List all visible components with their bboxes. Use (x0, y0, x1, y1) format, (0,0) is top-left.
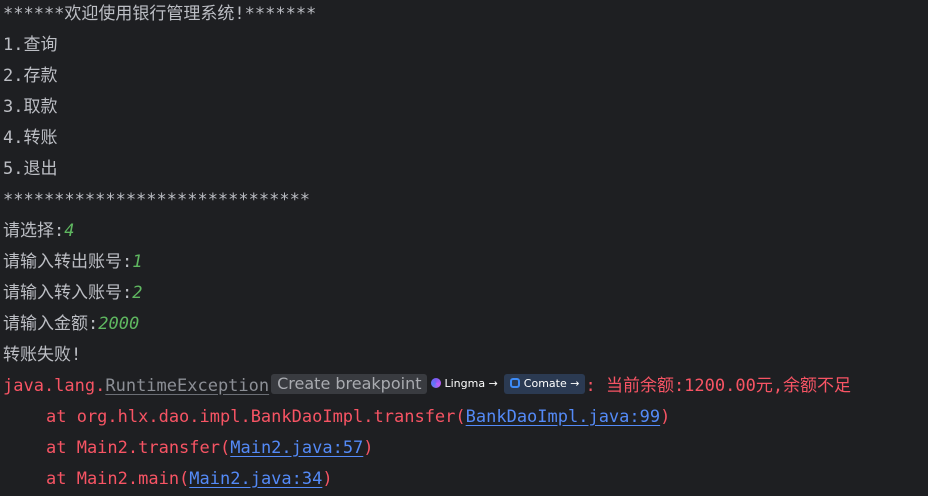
stack-frame: at Main2.transfer(Main2.java:57) (3, 434, 925, 465)
exception-package: java.lang. (3, 376, 106, 396)
comate-button[interactable]: Comate → (503, 374, 586, 394)
separator-line: ****************************** (3, 190, 311, 210)
create-breakpoint-button[interactable]: Create breakpoint (271, 374, 428, 394)
exception-class-link[interactable]: RuntimeException (105, 376, 269, 396)
to-account-prompt: 请输入转入账号: (3, 283, 133, 303)
choice-input-value: 4 (64, 221, 75, 241)
comate-logo-icon (509, 378, 520, 388)
exception-line: java.lang.RuntimeException Create breakpo… (3, 372, 925, 403)
choice-prompt: 请选择: (3, 221, 65, 241)
from-account-line: 请输入转出账号:1 (3, 248, 925, 279)
menu-item-transfer: 4.转账 (3, 128, 58, 148)
comate-label: Comate → (523, 377, 580, 390)
menu-item-exit: 5.退出 (3, 159, 58, 179)
lingma-label: Lingma → (444, 377, 498, 390)
stack-frame-suffix: ) (660, 407, 671, 427)
stack-frame: at Main2.main(Main2.java:34) (3, 465, 925, 496)
stack-frame-suffix: ) (322, 469, 333, 489)
menu-item-withdraw: 3.取款 (3, 97, 58, 117)
stack-frame-prefix: at Main2.main( (46, 469, 190, 489)
console-output[interactable]: ******欢迎使用银行管理系统!******* 1.查询 2.存款 3.取款 … (3, 0, 925, 496)
from-account-prompt: 请输入转出账号: (3, 252, 133, 272)
amount-input-value: 2000 (98, 314, 140, 334)
exception-message: : 当前余额:1200.00元,余额不足 (585, 376, 852, 396)
choice-line: 请选择:4 (3, 217, 925, 248)
stack-frame-link[interactable]: BankDaoImpl.java:99 (466, 407, 660, 427)
stack-frame-suffix: ) (363, 438, 374, 458)
result-line: 转账失败! (3, 345, 82, 365)
stack-frame: at org.hlx.dao.impl.BankDaoImpl.transfer… (3, 403, 925, 434)
to-account-input-value: 2 (132, 283, 143, 303)
lingma-button[interactable]: Lingma → (431, 374, 498, 394)
from-account-input-value: 1 (132, 252, 143, 272)
to-account-line: 请输入转入账号:2 (3, 279, 925, 310)
stack-frame-prefix: at org.hlx.dao.impl.BankDaoImpl.transfer… (46, 407, 466, 427)
stack-frame-link[interactable]: Main2.java:34 (189, 469, 322, 489)
stack-frame-link[interactable]: Main2.java:57 (230, 438, 363, 458)
menu-item-deposit: 2.存款 (3, 66, 58, 86)
lingma-logo-icon (431, 378, 442, 388)
amount-prompt: 请输入金额: (3, 314, 99, 334)
stack-frame-prefix: at Main2.transfer( (46, 438, 231, 458)
welcome-line: ******欢迎使用银行管理系统!******* (3, 4, 317, 24)
amount-line: 请输入金额:2000 (3, 310, 925, 341)
menu-item-query: 1.查询 (3, 35, 58, 55)
